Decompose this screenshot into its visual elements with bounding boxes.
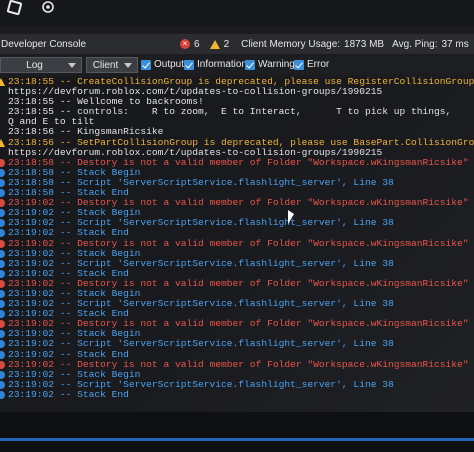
filter-warning-checkbox[interactable]: Warning	[245, 59, 295, 70]
error-icon	[0, 239, 5, 248]
ping-value: 37 ms	[441, 38, 469, 50]
console-controls: Log Client Output Information Warning Er…	[0, 56, 474, 74]
filter-error-label: Error	[307, 59, 330, 70]
info-icon	[0, 249, 5, 258]
info-icon	[0, 370, 5, 379]
filter-information-checkbox[interactable]: Information	[184, 59, 247, 70]
info-icon	[0, 289, 5, 298]
filter-information-label: Information	[197, 59, 248, 70]
error-count: 6	[194, 38, 200, 50]
warning-icon	[0, 78, 5, 86]
warning-icon	[0, 138, 5, 147]
info-icon	[0, 189, 5, 198]
info-icon	[0, 219, 5, 228]
log-line-text: 23:19:02 -- Stack End	[8, 388, 129, 400]
info-icon	[0, 330, 5, 339]
warning-icon	[209, 39, 220, 49]
top-bar	[0, 0, 474, 26]
context-dropdown[interactable]: Client	[86, 57, 138, 73]
log-type-dropdown[interactable]: Log	[0, 57, 82, 73]
info-icon	[0, 168, 5, 177]
info-icon	[0, 209, 5, 218]
filter-output-checkbox[interactable]: Output	[141, 59, 184, 70]
error-icon	[0, 279, 5, 288]
context-label: Client	[92, 59, 119, 71]
checkbox-checked-icon	[245, 59, 255, 70]
ping-label: Avg. Ping:	[392, 38, 438, 50]
filter-output-label: Output	[154, 59, 185, 70]
bottom-area	[0, 412, 474, 452]
info-icon	[0, 229, 5, 238]
info-icon	[0, 178, 5, 187]
checkbox-checked-icon	[141, 59, 151, 70]
info-icon	[0, 390, 5, 399]
chevron-down-icon	[68, 62, 76, 68]
checkbox-checked-icon	[184, 59, 194, 70]
chevron-down-icon	[124, 62, 132, 68]
error-icon	[0, 360, 5, 369]
info-icon	[0, 259, 5, 268]
memory-label: Client Memory Usage:	[241, 38, 341, 50]
console-title: Developer Console	[1, 38, 87, 50]
console-stats: × 6 2 Client Memory Usage: 1873 MB Avg. …	[180, 34, 469, 54]
error-icon	[0, 199, 5, 208]
error-icon	[0, 320, 5, 329]
bottom-accent-bar	[0, 438, 474, 441]
filter-warning-label: Warning	[258, 59, 295, 70]
error-icon: ×	[180, 39, 190, 49]
info-icon	[0, 350, 5, 359]
chat-icon[interactable]	[42, 1, 54, 13]
log-output-panel[interactable]: 23:18:55 -- CreateCollisionGroup is depr…	[0, 77, 474, 412]
roblox-menu-icon[interactable]	[6, 0, 23, 16]
log-line: 23:19:02 -- Stack End	[0, 388, 474, 400]
warning-count: 2	[223, 38, 230, 50]
memory-value: 1873 MB	[344, 38, 385, 50]
error-icon	[0, 158, 5, 167]
checkbox-checked-icon	[294, 59, 304, 70]
info-icon	[0, 300, 5, 309]
filter-error-checkbox[interactable]: Error	[294, 59, 329, 70]
info-icon	[0, 269, 5, 278]
mouse-cursor-icon	[288, 210, 294, 224]
info-icon	[0, 380, 5, 389]
info-icon	[0, 310, 5, 319]
info-icon	[0, 340, 5, 349]
log-type-label: Log	[26, 59, 43, 71]
console-header: Developer Console × 6 2 Client Memory Us…	[0, 34, 474, 54]
